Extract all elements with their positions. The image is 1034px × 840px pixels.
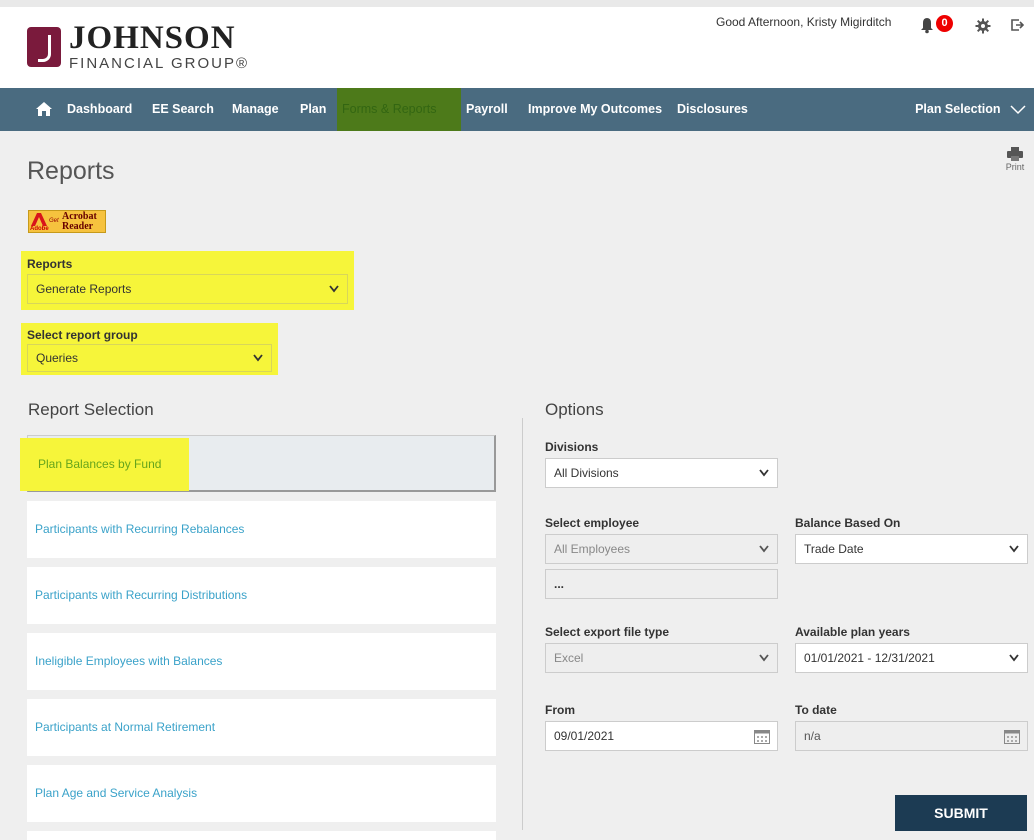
employee-field: Select employee All Employees ... xyxy=(545,516,778,599)
divisions-label: Divisions xyxy=(545,440,599,454)
nav-plan[interactable]: Plan xyxy=(300,88,326,131)
plan-years-label: Available plan years xyxy=(795,625,910,639)
plan-selection-label: Plan Selection xyxy=(915,102,1001,116)
chevron-down-icon xyxy=(1009,545,1019,553)
employee-select[interactable]: All Employees xyxy=(545,534,778,564)
report-item[interactable]: Participants at Normal Retirement xyxy=(27,699,496,756)
brand-sub: FINANCIAL GROUP® xyxy=(69,55,250,72)
export-select-value: Excel xyxy=(554,651,584,665)
chevron-down-icon xyxy=(759,545,769,553)
divisions-select-value: All Divisions xyxy=(554,466,619,480)
report-item[interactable]: Plan Age and Service Analysis xyxy=(27,765,496,822)
report-group-select[interactable]: Queries xyxy=(27,344,272,372)
chevron-down-icon xyxy=(759,654,769,662)
nav-ee-search[interactable]: EE Search xyxy=(152,88,214,131)
employee-select-value: All Employees xyxy=(554,542,631,556)
report-item-label: Plan Balances by Fund xyxy=(20,438,190,491)
to-date-field: To date n/a xyxy=(795,703,1028,751)
print-button[interactable]: Print xyxy=(1000,147,1030,172)
submit-button[interactable]: SUBMIT xyxy=(895,795,1027,831)
gear-icon[interactable] xyxy=(975,18,991,34)
reports-field-group: Reports Generate Reports xyxy=(21,251,354,310)
brand-logo[interactable]: JOHNSON FINANCIAL GROUP® xyxy=(27,22,249,71)
notification-badge[interactable]: 0 xyxy=(936,15,953,32)
chevron-down-icon xyxy=(759,469,769,477)
main-nav: Dashboard EE Search Manage Plan Forms & … xyxy=(0,88,1034,131)
chevron-down-icon xyxy=(253,354,263,362)
nav-forms-reports[interactable]: Forms & Reports xyxy=(337,88,461,131)
chevron-down-icon xyxy=(1010,105,1026,114)
to-date-label: To date xyxy=(795,703,837,717)
plan-years-field: Available plan years 01/01/2021 - 12/31/… xyxy=(795,625,1028,673)
plan-years-select-value: 01/01/2021 - 12/31/2021 xyxy=(804,651,935,665)
balance-field: Balance Based On Trade Date xyxy=(795,516,1028,564)
balance-select-value: Trade Date xyxy=(804,542,864,556)
column-divider xyxy=(522,418,523,830)
calendar-icon[interactable] xyxy=(754,729,770,744)
report-group-select-value: Queries xyxy=(36,351,79,365)
employee-picker-field[interactable]: ... xyxy=(545,569,778,599)
report-group-label: Select report group xyxy=(27,328,138,342)
divisions-select[interactable]: All Divisions xyxy=(545,458,778,488)
options-title: Options xyxy=(545,400,604,419)
nav-disclosures[interactable]: Disclosures xyxy=(677,88,748,131)
export-label: Select export file type xyxy=(545,625,670,639)
from-date-value: 09/01/2021 xyxy=(554,729,615,743)
to-date-value: n/a xyxy=(804,729,821,743)
brand-name: JOHNSON xyxy=(69,20,236,56)
plan-selection-menu[interactable]: Plan Selection xyxy=(915,88,1026,131)
divisions-field: Divisions All Divisions xyxy=(545,440,778,488)
to-date-input[interactable]: n/a xyxy=(795,721,1028,751)
reports-select[interactable]: Generate Reports xyxy=(27,274,348,304)
acrobat-reader-text: Acrobat Reader xyxy=(62,211,97,232)
printer-icon xyxy=(1007,147,1023,161)
from-date-label: From xyxy=(545,703,575,717)
report-item[interactable] xyxy=(27,831,496,840)
plan-years-select[interactable]: 01/01/2021 - 12/31/2021 xyxy=(795,643,1028,673)
reports-select-value: Generate Reports xyxy=(36,282,132,296)
page-title: Reports xyxy=(27,157,115,185)
export-select[interactable]: Excel xyxy=(545,643,778,673)
from-date-input[interactable]: 09/01/2021 xyxy=(545,721,778,751)
nav-dashboard[interactable]: Dashboard xyxy=(67,88,132,131)
report-item[interactable]: Plan Balances by Fund xyxy=(20,435,496,492)
report-selection-title: Report Selection xyxy=(28,400,154,419)
report-group-field-group: Select report group Queries xyxy=(21,323,278,375)
from-date-field: From 09/01/2021 xyxy=(545,703,778,751)
top-strip xyxy=(0,0,1034,7)
report-item[interactable]: Ineligible Employees with Balances xyxy=(27,633,496,690)
balance-select[interactable]: Trade Date xyxy=(795,534,1028,564)
report-item[interactable]: Participants with Recurring Rebalances xyxy=(27,501,496,558)
nav-payroll[interactable]: Payroll xyxy=(466,88,508,131)
get-text: Get xyxy=(49,218,59,224)
calendar-icon[interactable] xyxy=(1004,729,1020,744)
reports-label: Reports xyxy=(27,257,73,271)
adobe-text: Adobe xyxy=(30,226,49,232)
acrobat-reader-badge[interactable]: Adobe Get Acrobat Reader xyxy=(28,210,106,233)
logo-mark-icon xyxy=(27,26,61,67)
nav-improve-my-outcomes[interactable]: Improve My Outcomes xyxy=(528,88,662,131)
employee-label: Select employee xyxy=(545,516,640,530)
logout-icon[interactable] xyxy=(1010,18,1024,32)
report-item[interactable]: Participants with Recurring Distribution… xyxy=(27,567,496,624)
nav-manage[interactable]: Manage xyxy=(232,88,279,131)
print-label: Print xyxy=(1005,162,1025,172)
greeting-text: Good Afternoon, Kristy Migirditch xyxy=(716,15,892,29)
adobe-logo-icon xyxy=(31,213,47,226)
chevron-down-icon xyxy=(1009,654,1019,662)
export-field: Select export file type Excel xyxy=(545,625,778,673)
chevron-down-icon xyxy=(329,285,339,293)
app-header: JOHNSON FINANCIAL GROUP® Good Afternoon,… xyxy=(0,0,1034,88)
home-icon[interactable] xyxy=(35,101,53,117)
balance-label: Balance Based On xyxy=(795,516,901,530)
